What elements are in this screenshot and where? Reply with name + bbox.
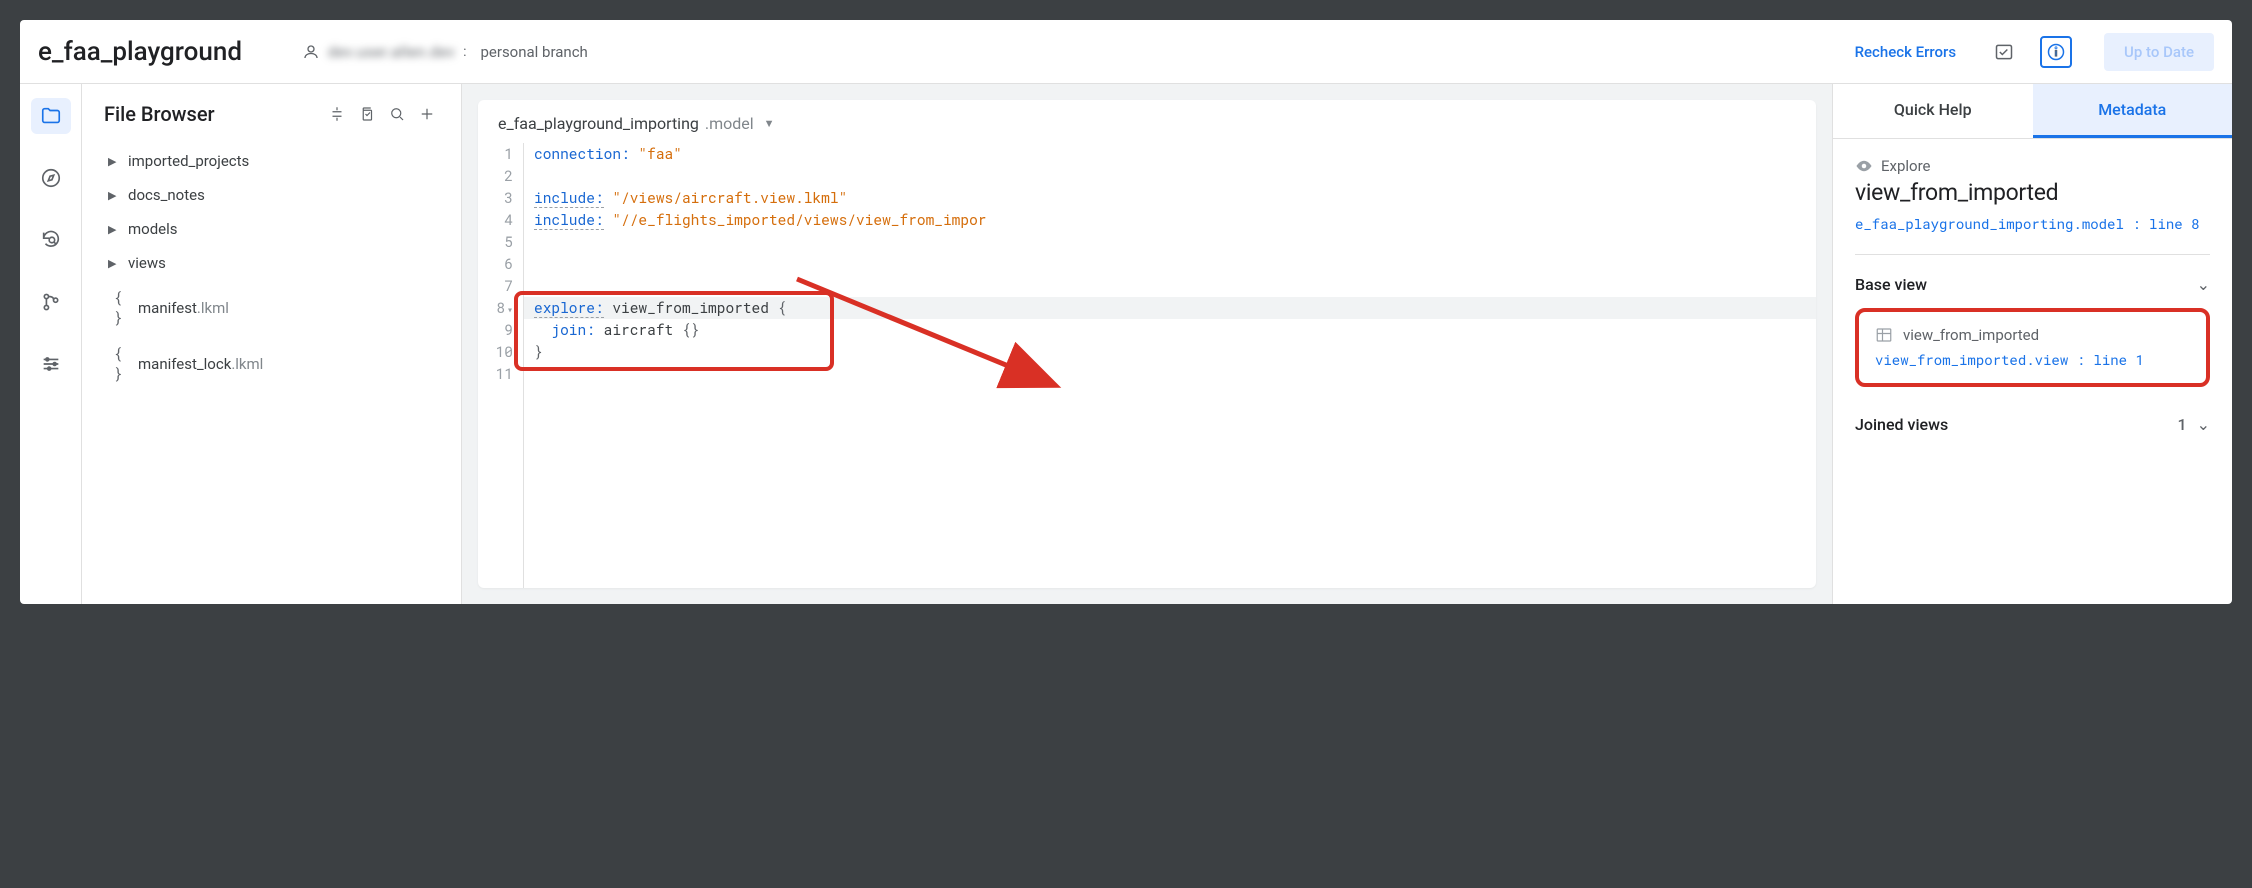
rail-compass-icon[interactable] <box>31 160 71 196</box>
copy-tree-icon[interactable] <box>355 102 379 126</box>
rail-git-icon[interactable] <box>31 284 71 320</box>
tree-item-label: models <box>128 220 178 238</box>
lkml-file-icon: { } <box>108 344 128 384</box>
filename-main: e_faa_playground_importing <box>498 114 699 133</box>
table-icon <box>1875 326 1893 344</box>
branch-label: personal branch <box>480 43 587 61</box>
tab-metadata[interactable]: Metadata <box>2033 84 2233 138</box>
metadata-type-label: Explore <box>1855 157 2210 175</box>
eye-icon <box>1855 157 1873 175</box>
section-base-view[interactable]: Base view ⌄ <box>1855 275 2210 294</box>
code-lines: connection: "faa" include: "/views/aircr… <box>524 143 1816 588</box>
search-files-icon[interactable] <box>385 102 409 126</box>
tree-item-label: imported_projects <box>128 152 249 170</box>
tree-item-label: manifest_lock <box>138 355 231 373</box>
editor-panel: e_faa_playground_importing .model ▼ 12345… <box>462 84 1832 604</box>
chevron-right-icon: ▶ <box>108 189 118 202</box>
tree-item-label: views <box>128 254 166 272</box>
validate-icon[interactable] <box>1988 36 2020 68</box>
user-icon <box>302 43 320 61</box>
tree-folder-docs-notes[interactable]: ▶ docs_notes <box>104 178 439 212</box>
project-title: e_faa_playground <box>38 37 242 67</box>
chevron-right-icon: ▶ <box>108 155 118 168</box>
add-file-icon[interactable] <box>415 102 439 126</box>
tree-item-ext: .lkml <box>197 299 229 317</box>
tree-item-label: docs_notes <box>128 186 205 204</box>
left-rail <box>20 84 82 604</box>
rail-search-history-icon[interactable] <box>31 222 71 258</box>
annotation-red-box-baseview: view_from_imported view_from_imported.vi… <box>1855 308 2210 387</box>
branch-indicator[interactable]: dev.user.allen.dev : personal branch <box>302 43 588 61</box>
editor-filename[interactable]: e_faa_playground_importing .model ▼ <box>478 100 1816 143</box>
base-view-link[interactable]: view_from_imported.view : line 1 <box>1875 350 2190 369</box>
info-icon[interactable] <box>2040 36 2072 68</box>
joined-views-count: 1 <box>2178 415 2187 434</box>
chevron-right-icon: ▶ <box>108 257 118 270</box>
tree-folder-models[interactable]: ▶ models <box>104 212 439 246</box>
user-name-redacted: dev.user.allen.dev <box>328 43 455 61</box>
metadata-model-link[interactable]: e_faa_playground_importing.model : line … <box>1855 214 2210 234</box>
rail-file-browser-icon[interactable] <box>31 98 71 134</box>
body: File Browser ▶ imported_projects ▶ docs_… <box>20 84 2232 604</box>
file-browser-panel: File Browser ▶ imported_projects ▶ docs_… <box>82 84 462 604</box>
chevron-down-icon: ⌄ <box>2197 415 2210 434</box>
app-frame: e_faa_playground dev.user.allen.dev : pe… <box>20 20 2232 604</box>
tree-folder-imported-projects[interactable]: ▶ imported_projects <box>104 144 439 178</box>
tab-quick-help[interactable]: Quick Help <box>1833 84 2033 138</box>
editor-card: e_faa_playground_importing .model ▼ 12345… <box>478 100 1816 588</box>
line-gutter: 1234567891011 <box>478 143 524 588</box>
rail-settings-icon[interactable] <box>31 346 71 382</box>
code-editor[interactable]: 1234567891011 connection: "faa" include:… <box>478 143 1816 588</box>
chevron-right-icon: ▶ <box>108 223 118 236</box>
tree-folder-views[interactable]: ▶ views <box>104 246 439 280</box>
tree-file-manifest[interactable]: { } manifest.lkml <box>104 280 439 336</box>
metadata-explore-title: view_from_imported <box>1855 179 2210 206</box>
header-bar: e_faa_playground dev.user.allen.dev : pe… <box>20 20 2232 84</box>
divider <box>1855 254 2210 255</box>
collapse-all-icon[interactable] <box>325 102 349 126</box>
tree-file-manifest-lock[interactable]: { } manifest_lock.lkml <box>104 336 439 392</box>
section-joined-views[interactable]: Joined views 1 ⌄ <box>1855 415 2210 434</box>
tree-item-ext: .lkml <box>231 355 263 373</box>
metadata-panel: Quick Help Metadata Explore view_from_im… <box>1832 84 2232 604</box>
lkml-file-icon: { } <box>108 288 128 328</box>
file-browser-title: File Browser <box>104 102 319 126</box>
chevron-down-icon: ⌄ <box>2197 275 2210 294</box>
recheck-errors-link[interactable]: Recheck Errors <box>1855 43 1956 61</box>
filename-ext: .model <box>705 114 754 133</box>
caret-down-icon: ▼ <box>764 117 775 130</box>
metadata-tabs: Quick Help Metadata <box>1833 84 2232 139</box>
up-to-date-button[interactable]: Up to Date <box>2104 33 2214 71</box>
base-view-name: view_from_imported <box>1903 326 2039 344</box>
tree-item-label: manifest <box>138 299 197 317</box>
